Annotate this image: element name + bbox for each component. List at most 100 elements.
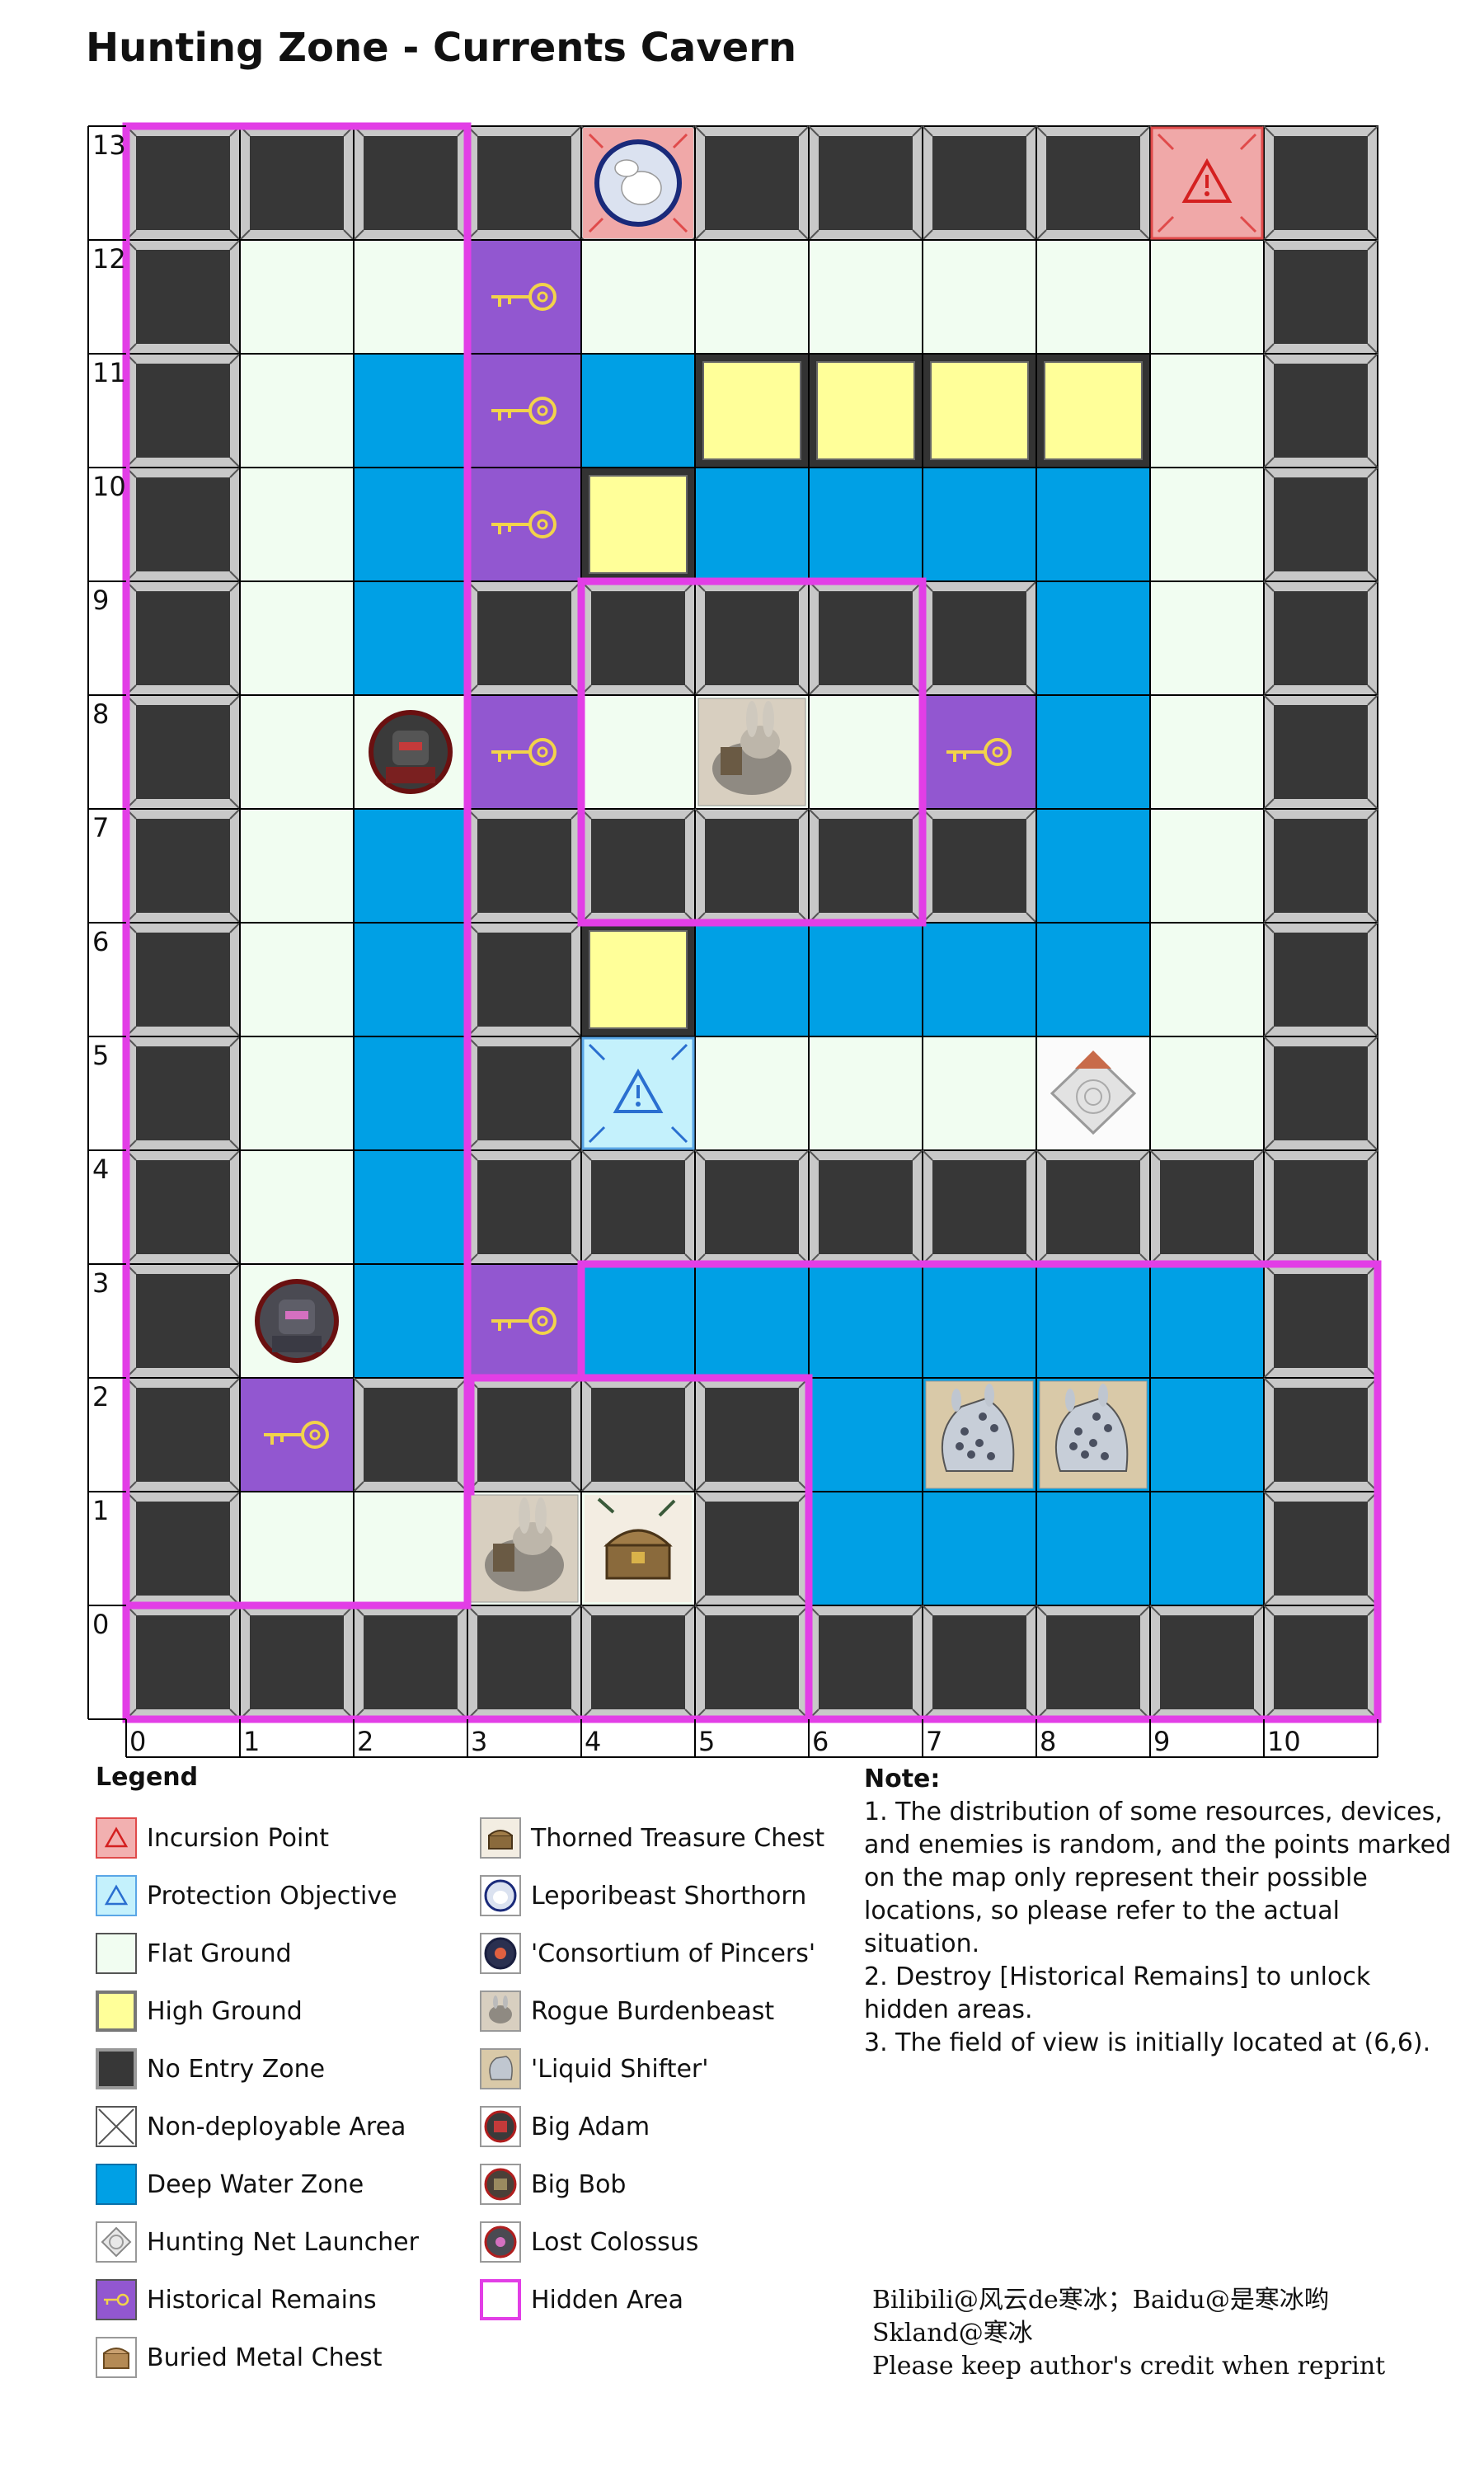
liquid-shifter-marker[interactable] <box>925 1380 1034 1489</box>
no-entry-tile-10-6[interactable] <box>1263 922 1378 1037</box>
no-entry-tile-3-9[interactable] <box>467 580 582 696</box>
flat-ground-tile-7-12[interactable] <box>922 239 1037 355</box>
flat-ground-tile-9-8[interactable] <box>1149 694 1265 810</box>
deep-water-tile-2-3[interactable] <box>353 1263 468 1379</box>
no-entry-tile-3-7[interactable] <box>467 808 582 924</box>
flat-ground-tile-9-6[interactable] <box>1149 922 1265 1037</box>
no-entry-tile-2-2[interactable] <box>353 1377 468 1492</box>
no-entry-tile-0-10[interactable] <box>125 467 241 582</box>
deep-water-tile-8-8[interactable] <box>1036 694 1151 810</box>
deep-water-tile-7-1[interactable] <box>922 1491 1037 1606</box>
no-entry-tile-8-0[interactable] <box>1036 1605 1151 1720</box>
no-entry-tile-7-0[interactable] <box>922 1605 1037 1720</box>
no-entry-tile-3-0[interactable] <box>467 1605 582 1720</box>
no-entry-tile-2-13[interactable] <box>353 125 468 241</box>
high-ground-tile-7-11[interactable] <box>922 353 1037 468</box>
deep-water-tile-2-4[interactable] <box>353 1149 468 1265</box>
flat-ground-tile-9-11[interactable] <box>1149 353 1265 468</box>
no-entry-tile-3-6[interactable] <box>467 922 582 1037</box>
no-entry-tile-7-4[interactable] <box>922 1149 1037 1265</box>
no-entry-tile-4-4[interactable] <box>580 1149 696 1265</box>
deep-water-tile-9-2[interactable] <box>1149 1377 1265 1492</box>
no-entry-tile-6-4[interactable] <box>808 1149 923 1265</box>
flat-ground-tile-1-10[interactable] <box>239 467 355 582</box>
rogue-burdenbeast-marker[interactable] <box>470 1494 579 1603</box>
no-entry-tile-0-7[interactable] <box>125 808 241 924</box>
deep-water-tile-2-9[interactable] <box>353 580 468 696</box>
flat-ground-tile-1-12[interactable] <box>239 239 355 355</box>
hunting-net-launcher-marker[interactable] <box>1038 1038 1148 1149</box>
deep-water-tile-4-3[interactable] <box>580 1263 696 1379</box>
high-ground-tile-6-11[interactable] <box>808 353 923 468</box>
flat-ground-tile-1-11[interactable] <box>239 353 355 468</box>
deep-water-tile-2-6[interactable] <box>353 922 468 1037</box>
high-ground-tile-5-11[interactable] <box>694 353 810 468</box>
liquid-shifter-marker[interactable] <box>1039 1380 1148 1489</box>
high-ground-tile-8-11[interactable] <box>1036 353 1151 468</box>
rogue-burdenbeast-marker[interactable] <box>697 698 806 806</box>
no-entry-tile-10-0[interactable] <box>1263 1605 1378 1720</box>
no-entry-tile-10-4[interactable] <box>1263 1149 1378 1265</box>
no-entry-tile-9-4[interactable] <box>1149 1149 1265 1265</box>
no-entry-tile-5-2[interactable] <box>694 1377 810 1492</box>
flat-ground-tile-1-8[interactable] <box>239 694 355 810</box>
high-ground-tile-4-6[interactable] <box>580 922 696 1037</box>
no-entry-tile-0-4[interactable] <box>125 1149 241 1265</box>
deep-water-tile-6-10[interactable] <box>808 467 923 582</box>
no-entry-tile-0-12[interactable] <box>125 239 241 355</box>
no-entry-tile-10-3[interactable] <box>1263 1263 1378 1379</box>
no-entry-tile-1-0[interactable] <box>239 1605 355 1720</box>
no-entry-tile-7-13[interactable] <box>922 125 1037 241</box>
flat-ground-tile-9-12[interactable] <box>1149 239 1265 355</box>
no-entry-tile-9-0[interactable] <box>1149 1605 1265 1720</box>
flat-ground-tile-7-5[interactable] <box>922 1036 1037 1151</box>
deep-water-tile-2-7[interactable] <box>353 808 468 924</box>
no-entry-tile-5-7[interactable] <box>694 808 810 924</box>
no-entry-tile-10-7[interactable] <box>1263 808 1378 924</box>
map-grid[interactable]: 0123456789101112130 1 2 3 4 5 6 7 8 9 10 <box>0 0 1484 1765</box>
flat-ground-tile-6-5[interactable] <box>808 1036 923 1151</box>
high-ground-tile-4-10[interactable] <box>580 467 696 582</box>
flat-ground-tile-6-8[interactable] <box>808 694 923 810</box>
deep-water-tile-6-6[interactable] <box>808 922 923 1037</box>
deep-water-tile-8-10[interactable] <box>1036 467 1151 582</box>
deep-water-tile-6-1[interactable] <box>808 1491 923 1606</box>
no-entry-tile-0-3[interactable] <box>125 1263 241 1379</box>
deep-water-tile-2-11[interactable] <box>353 353 468 468</box>
no-entry-tile-10-11[interactable] <box>1263 353 1378 468</box>
no-entry-tile-3-2[interactable] <box>467 1377 582 1492</box>
no-entry-tile-6-9[interactable] <box>808 580 923 696</box>
no-entry-tile-10-12[interactable] <box>1263 239 1378 355</box>
no-entry-tile-3-5[interactable] <box>467 1036 582 1151</box>
no-entry-tile-7-7[interactable] <box>922 808 1037 924</box>
no-entry-tile-10-2[interactable] <box>1263 1377 1378 1492</box>
deep-water-tile-8-6[interactable] <box>1036 922 1151 1037</box>
deep-water-tile-9-1[interactable] <box>1149 1491 1265 1606</box>
no-entry-tile-6-13[interactable] <box>808 125 923 241</box>
deep-water-tile-7-3[interactable] <box>922 1263 1037 1379</box>
flat-ground-tile-1-6[interactable] <box>239 922 355 1037</box>
no-entry-tile-0-5[interactable] <box>125 1036 241 1151</box>
no-entry-tile-5-0[interactable] <box>694 1605 810 1720</box>
no-entry-tile-10-10[interactable] <box>1263 467 1378 582</box>
flat-ground-tile-5-5[interactable] <box>694 1036 810 1151</box>
no-entry-tile-0-6[interactable] <box>125 922 241 1037</box>
flat-ground-tile-8-12[interactable] <box>1036 239 1151 355</box>
deep-water-tile-9-3[interactable] <box>1149 1263 1265 1379</box>
deep-water-tile-4-11[interactable] <box>580 353 696 468</box>
no-entry-tile-0-8[interactable] <box>125 694 241 810</box>
no-entry-tile-10-9[interactable] <box>1263 580 1378 696</box>
flat-ground-tile-1-4[interactable] <box>239 1149 355 1265</box>
no-entry-tile-6-7[interactable] <box>808 808 923 924</box>
no-entry-tile-0-2[interactable] <box>125 1377 241 1492</box>
deep-water-tile-2-5[interactable] <box>353 1036 468 1151</box>
no-entry-tile-0-0[interactable] <box>125 1605 241 1720</box>
no-entry-tile-10-1[interactable] <box>1263 1491 1378 1606</box>
no-entry-tile-8-4[interactable] <box>1036 1149 1151 1265</box>
no-entry-tile-10-8[interactable] <box>1263 694 1378 810</box>
flat-ground-tile-5-12[interactable] <box>694 239 810 355</box>
flat-ground-tile-4-8[interactable] <box>580 694 696 810</box>
deep-water-tile-6-2[interactable] <box>808 1377 923 1492</box>
no-entry-tile-0-13[interactable] <box>125 125 241 241</box>
deep-water-tile-8-7[interactable] <box>1036 808 1151 924</box>
